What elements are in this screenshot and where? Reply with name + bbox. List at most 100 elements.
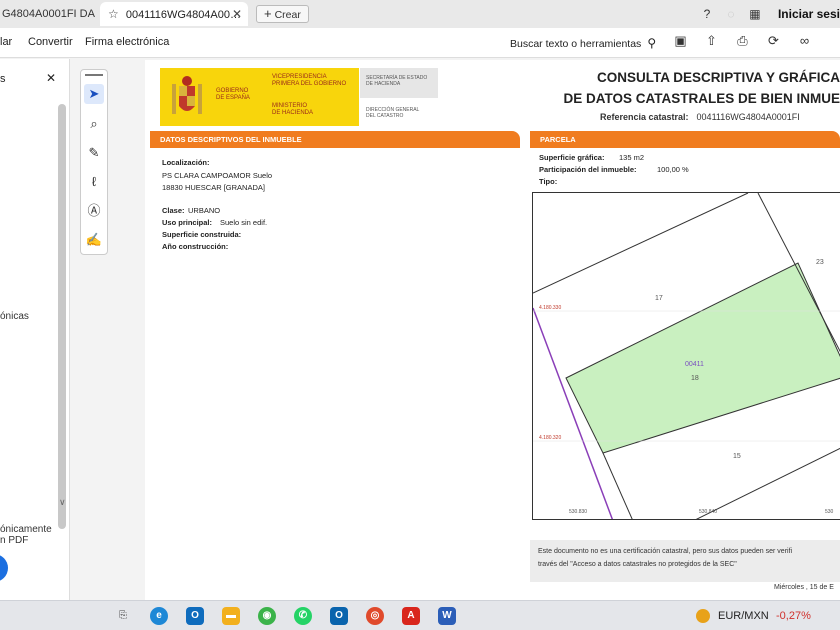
- tab-2-title: 0041116WG4804A00…: [125, 9, 242, 21]
- direccion-catastro-text: DIRECCIÓN GENERAL DEL CATASTRO: [366, 107, 420, 119]
- parcel-18-shape: [565, 262, 840, 454]
- new-tab-button[interactable]: + Crear: [256, 5, 309, 23]
- side-panel: s ✕ ónicas ∨ ónicamente n PDF: [0, 59, 70, 600]
- file-explorer-icon[interactable]: ▬: [222, 607, 240, 625]
- map-parcel-15: 15: [733, 453, 741, 460]
- reference-label: Referencia catastral:: [600, 112, 689, 122]
- map-parcel-code: 00411: [685, 361, 704, 368]
- map-coord-x1: 530.830: [569, 509, 588, 515]
- freehand-icon[interactable]: ℓ: [84, 172, 104, 192]
- side-panel-item[interactable]: ónicas: [0, 311, 29, 322]
- outlook-new-icon[interactable]: O: [330, 607, 348, 625]
- task-view-icon[interactable]: ⎘: [114, 607, 132, 625]
- tab-1-title: G4804A0001FI DA…: [2, 8, 96, 20]
- toolbar-actions: ▣ ⇧ ⎙ ⟳ ∞: [672, 33, 813, 49]
- print-icon[interactable]: ⎙: [734, 33, 751, 49]
- save-icon[interactable]: ▣: [672, 33, 689, 49]
- close-icon[interactable]: ✕: [232, 2, 242, 26]
- word-icon[interactable]: W: [438, 607, 456, 625]
- annotation-toolbar: ➤ ⌕ ✎ ℓ Ⓐ ✍: [80, 69, 108, 255]
- upload-icon[interactable]: ⇧: [703, 33, 720, 49]
- help-icon[interactable]: ?: [700, 7, 714, 21]
- edge-icon[interactable]: e: [150, 607, 168, 625]
- new-tab-label: Crear: [274, 9, 301, 21]
- link-icon[interactable]: ∞: [796, 33, 813, 49]
- parcel-boundary: [602, 452, 633, 519]
- disclaimer-line1: Este documento no es una certificación c…: [538, 548, 793, 555]
- document-date: Miércoles , 15 de E: [774, 584, 834, 591]
- map-parcel-17: 17: [655, 295, 663, 302]
- section-header-parcela: PARCELA: [530, 131, 840, 148]
- menu-item-convert[interactable]: Convertir: [28, 36, 73, 48]
- section-header-inmueble: DATOS DESCRIPTIVOS DEL INMUEBLE: [150, 131, 520, 148]
- browser-right-controls: ? ◌ ▦ Iniciar sesi: [700, 0, 840, 28]
- map-coord-x3: 530: [825, 509, 834, 515]
- participacion-value: 100,00 %: [657, 165, 689, 174]
- side-panel-promo-line1: ónicamente: [0, 524, 52, 535]
- secretaria-text: SECRETARÍA DE ESTADO DE HACIENDA: [366, 75, 428, 87]
- close-icon[interactable]: ✕: [46, 71, 56, 85]
- menu-item-edit[interactable]: lar: [0, 36, 12, 48]
- reference-line: Referencia catastral: 0041116WG4804A0001F…: [600, 112, 800, 122]
- side-panel-scrollbar[interactable]: [58, 104, 66, 529]
- promo-action-button[interactable]: [0, 554, 8, 582]
- map-parcel-18: 18: [691, 375, 699, 382]
- select-cursor-icon[interactable]: ➤: [84, 84, 104, 104]
- share-icon[interactable]: ⟳: [765, 33, 782, 49]
- whatsapp-icon[interactable]: ✆: [294, 607, 312, 625]
- ticker-change: -0,27%: [776, 610, 811, 622]
- government-logo: GOBIERNO DE ESPAÑA VICEPRESIDENCIA PRIME…: [160, 68, 359, 126]
- superficie-grafica-value: 135 m2: [619, 153, 645, 162]
- search-icon: ⚲: [647, 36, 657, 50]
- map-coord-x2: 530.840: [699, 509, 718, 515]
- apps-grid-icon[interactable]: ▦: [748, 7, 762, 21]
- star-icon[interactable]: ☆: [108, 7, 119, 21]
- localizacion-line2: 18830 HUESCAR [GRANADA]: [162, 183, 265, 192]
- anio-construccion-label: Año construcción:: [162, 242, 229, 251]
- document-title-line2: DE DATOS CATASTRALES DE BIEN INMUE: [563, 91, 840, 106]
- toolbar-drag-handle[interactable]: [85, 74, 103, 76]
- localizacion-label: Localización:: [162, 158, 210, 167]
- browser-tab-2[interactable]: ☆ 0041116WG4804A00… ✕: [100, 2, 248, 26]
- chevron-down-icon[interactable]: ∨: [59, 497, 66, 508]
- map-parcel-23: 23: [816, 259, 824, 266]
- uso-principal-label: Uso principal:: [162, 218, 213, 227]
- cadastral-map-drawing: [533, 193, 840, 519]
- search-tools-button[interactable]: Buscar texto o herramientas ⚲: [510, 36, 656, 50]
- parcel-boundary: [533, 193, 749, 294]
- participacion-label: Participación del inmueble:: [539, 165, 637, 174]
- gobierno-text: GOBIERNO DE ESPAÑA: [216, 88, 250, 101]
- notification-icon[interactable]: ◌: [724, 7, 738, 21]
- chrome-icon[interactable]: ◎: [366, 607, 384, 625]
- acrobat-icon[interactable]: A: [402, 607, 420, 625]
- superficie-grafica-label: Superficie gráfica:: [539, 153, 605, 162]
- browser-tab-1[interactable]: G4804A0001FI DA…: [0, 2, 96, 26]
- menu-item-sign[interactable]: Firma electrónica: [85, 36, 169, 48]
- outlook-icon[interactable]: O: [186, 607, 204, 625]
- pen-icon[interactable]: ✎: [84, 143, 104, 163]
- reference-value: 0041116WG4804A0001FI: [696, 112, 800, 122]
- superficie-construida-label: Superficie construida:: [162, 230, 242, 239]
- signin-button[interactable]: Iniciar sesi: [778, 7, 840, 21]
- text-box-icon[interactable]: Ⓐ: [84, 201, 104, 221]
- browser-tab-strip: G4804A0001FI DA… ☆ 0041116WG4804A00… ✕ +…: [0, 0, 840, 28]
- clase-value: URBANO: [188, 206, 221, 215]
- cadastral-map[interactable]: 17 23 00411 18 15 4.180.330 4.180.320 53…: [532, 192, 840, 520]
- map-coord-y2: 4.180.320: [539, 435, 562, 441]
- comment-icon[interactable]: ⌕: [84, 114, 104, 134]
- document-title-line1: CONSULTA DESCRIPTIVA Y GRÁFICA: [596, 70, 840, 85]
- side-panel-promo-line2: n PDF: [0, 535, 29, 546]
- ticker-pair[interactable]: EUR/MXN: [718, 610, 769, 622]
- side-panel-title: s: [0, 73, 6, 85]
- disclaimer-line2: través del "Acceso a datos catastrales n…: [538, 561, 737, 568]
- tipo-label: Tipo:: [539, 177, 558, 186]
- map-coord-y1: 4.180.330: [539, 305, 562, 311]
- pdf-toolbar: lar Convertir Firma electrónica Buscar t…: [0, 28, 840, 58]
- signature-icon[interactable]: ✍: [84, 230, 104, 250]
- clase-label: Clase:: [162, 206, 185, 215]
- vicepresidencia-text: VICEPRESIDENCIA PRIMERA DEL GOBIERNO: [272, 74, 347, 87]
- coat-of-arms-icon: [172, 76, 202, 114]
- search-tools-label: Buscar texto o herramientas: [510, 38, 642, 50]
- maps-icon[interactable]: ◉: [258, 607, 276, 625]
- uso-principal-value: Suelo sin edif.: [220, 218, 268, 227]
